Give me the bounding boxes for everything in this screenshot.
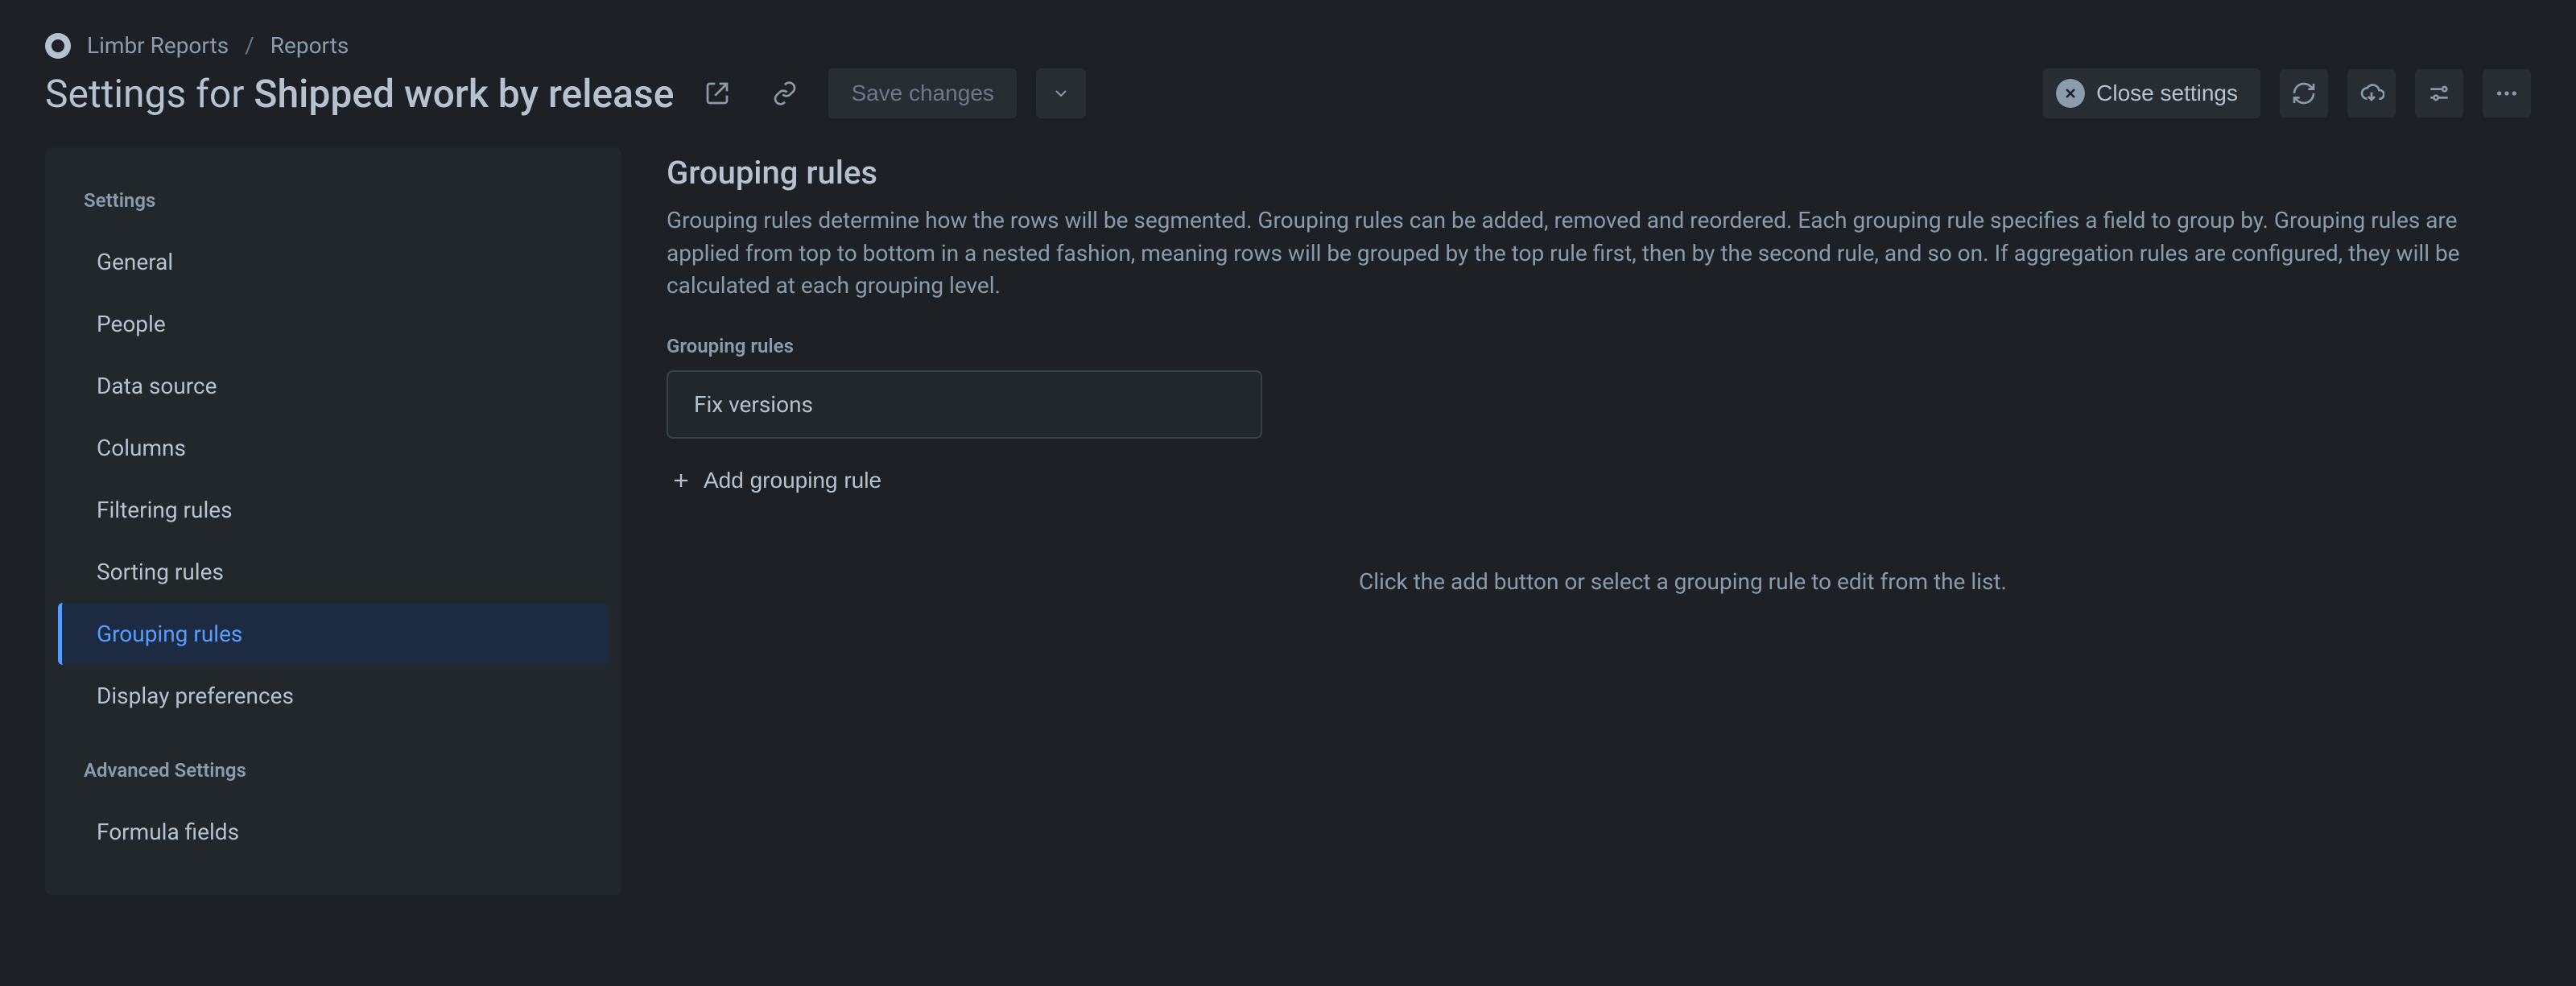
- plus-icon: [670, 469, 692, 492]
- add-grouping-rule-button[interactable]: Add grouping rule: [667, 461, 885, 500]
- sliders-icon: [2426, 80, 2452, 106]
- breadcrumb-section[interactable]: Reports: [270, 32, 349, 59]
- main-heading: Grouping rules: [667, 154, 2531, 192]
- sidebar-item-formula-fields[interactable]: Formula fields: [58, 801, 609, 863]
- breadcrumb-app[interactable]: Limbr Reports: [87, 32, 229, 59]
- sidebar-item-grouping-rules[interactable]: Grouping rules: [58, 603, 609, 665]
- open-external-icon: [704, 80, 730, 106]
- more-horizontal-icon: [2494, 80, 2520, 106]
- sidebar-item-people[interactable]: People: [58, 293, 609, 355]
- sidebar-section-settings: Settings: [45, 179, 621, 231]
- save-button[interactable]: Save changes: [828, 68, 1016, 118]
- grouping-rule-item[interactable]: Fix versions: [667, 370, 1262, 439]
- copy-link-button[interactable]: [761, 69, 809, 118]
- main-help-text: Grouping rules determine how the rows wi…: [667, 204, 2531, 303]
- refresh-icon: [2291, 80, 2317, 106]
- breadcrumb-separator: /: [245, 32, 254, 59]
- sidebar-item-columns[interactable]: Columns: [58, 417, 609, 479]
- sidebar-item-data-source[interactable]: Data source: [58, 355, 609, 417]
- chevron-down-icon: [1051, 84, 1071, 103]
- sidebar-item-display-preferences[interactable]: Display preferences: [58, 665, 609, 727]
- settings-sidebar: Settings General People Data source Colu…: [45, 147, 621, 895]
- sidebar-section-advanced: Advanced Settings: [45, 727, 621, 801]
- close-settings-label: Close settings: [2096, 80, 2238, 106]
- sidebar-item-general[interactable]: General: [58, 231, 609, 293]
- close-icon: [2056, 79, 2085, 108]
- more-button[interactable]: [2483, 69, 2531, 118]
- open-external-button[interactable]: [693, 69, 741, 118]
- breadcrumb: Limbr Reports / Reports: [45, 32, 2531, 59]
- rules-list-label: Grouping rules: [667, 335, 1262, 357]
- app-logo-icon: [45, 33, 71, 59]
- page-title-prefix: Settings for: [45, 71, 254, 117]
- page-title-name: Shipped work by release: [254, 71, 674, 117]
- download-cloud-icon: [2359, 80, 2384, 106]
- save-dropdown-button[interactable]: [1036, 68, 1086, 118]
- link-icon: [772, 80, 798, 106]
- add-grouping-rule-label: Add grouping rule: [704, 468, 881, 493]
- refresh-button[interactable]: [2280, 69, 2328, 118]
- page-title: Settings for Shipped work by release: [45, 71, 674, 117]
- sidebar-item-filtering-rules[interactable]: Filtering rules: [58, 479, 609, 541]
- sidebar-item-sorting-rules[interactable]: Sorting rules: [58, 541, 609, 603]
- configure-button[interactable]: [2415, 69, 2463, 118]
- edit-hint: Click the add button or select a groupin…: [1359, 568, 2531, 595]
- close-settings-button[interactable]: Close settings: [2043, 68, 2260, 118]
- download-button[interactable]: [2347, 69, 2396, 118]
